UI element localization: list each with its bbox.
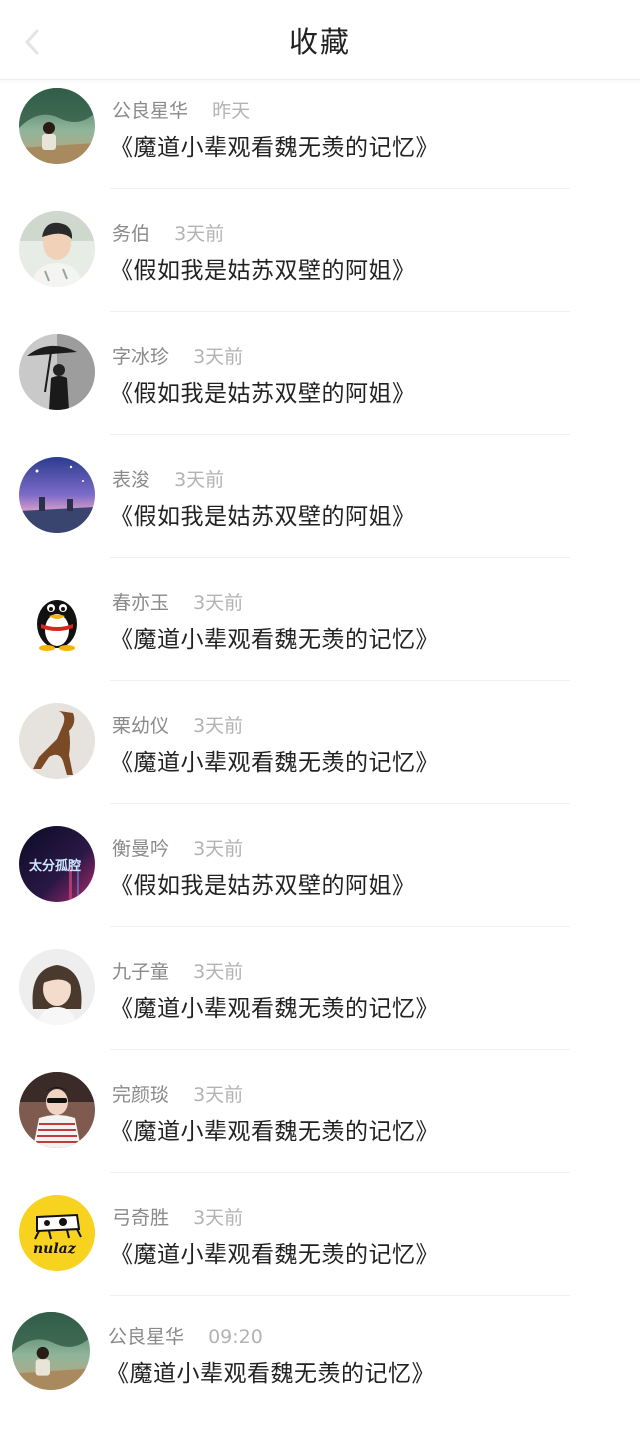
- timestamp: 3天前: [193, 715, 244, 737]
- divider: [110, 1295, 570, 1296]
- divider: [110, 803, 570, 804]
- timestamp: 3天前: [193, 592, 244, 614]
- item-meta: 弓奇胜 3天前: [112, 1203, 243, 1230]
- post-title[interactable]: 《魔道小辈观看魏无羡的记忆》: [110, 128, 439, 162]
- post-title[interactable]: 《魔道小辈观看魏无羡的记忆》: [106, 1354, 435, 1388]
- avatar[interactable]: [19, 703, 95, 779]
- divider: [110, 188, 570, 189]
- divider: [110, 926, 570, 927]
- author-name: 完颜琰: [112, 1084, 170, 1106]
- avatar[interactable]: [19, 88, 95, 164]
- author-name: 衡曼吟: [112, 838, 170, 860]
- favorites-list: 公良星华 昨天 《魔道小辈观看魏无羡的记忆》 务伯 3天前 《假如我是姑苏双壁的…: [0, 80, 640, 1432]
- item-meta: 公良星华 昨天: [112, 96, 250, 123]
- avatar-caption: nulaz: [33, 1241, 77, 1257]
- timestamp: 3天前: [174, 223, 225, 245]
- list-item[interactable]: 完颜琰 3天前 《魔道小辈观看魏无羡的记忆》: [0, 1064, 640, 1187]
- author-name: 务伯: [112, 223, 151, 245]
- item-meta: 栗幼仪 3天前: [112, 711, 243, 738]
- list-item[interactable]: 栗幼仪 3天前 《魔道小辈观看魏无羡的记忆》: [0, 695, 640, 818]
- divider: [110, 311, 570, 312]
- item-meta: 完颜琰 3天前: [112, 1080, 243, 1107]
- divider: [110, 1049, 570, 1050]
- post-title[interactable]: 《魔道小辈观看魏无羡的记忆》: [110, 989, 439, 1023]
- item-meta: 务伯 3天前: [112, 219, 224, 246]
- avatar-caption: 太分孤腔: [28, 858, 81, 874]
- author-name: 字冰珍: [112, 346, 170, 368]
- timestamp: 3天前: [193, 1207, 244, 1229]
- top-bar: 收藏: [0, 0, 640, 80]
- author-name: 栗幼仪: [112, 715, 170, 737]
- divider: [110, 434, 570, 435]
- avatar[interactable]: [19, 457, 95, 533]
- author-name: 表浚: [112, 469, 151, 491]
- post-title[interactable]: 《假如我是姑苏双壁的阿姐》: [110, 374, 416, 408]
- list-item[interactable]: 务伯 3天前 《假如我是姑苏双壁的阿姐》: [0, 203, 640, 326]
- author-name: 公良星华: [108, 1326, 185, 1348]
- post-title[interactable]: 《假如我是姑苏双壁的阿姐》: [110, 251, 416, 285]
- item-meta: 表浚 3天前: [112, 465, 224, 492]
- avatar[interactable]: [12, 1312, 90, 1390]
- timestamp: 3天前: [193, 961, 244, 983]
- item-meta: 字冰珍 3天前: [112, 342, 243, 369]
- list-item[interactable]: 公良星华 09:20 《魔道小辈观看魏无羡的记忆》: [0, 1310, 640, 1432]
- page-title: 收藏: [288, 24, 351, 59]
- timestamp: 3天前: [193, 838, 244, 860]
- timestamp: 3天前: [174, 469, 225, 491]
- post-title[interactable]: 《假如我是姑苏双壁的阿姐》: [110, 497, 416, 531]
- avatar[interactable]: [19, 580, 95, 656]
- author-name: 九子童: [112, 961, 170, 983]
- post-title[interactable]: 《魔道小辈观看魏无羡的记忆》: [110, 620, 439, 654]
- item-meta: 衡曼吟 3天前: [112, 834, 243, 861]
- timestamp: 昨天: [212, 100, 251, 122]
- avatar[interactable]: [19, 949, 95, 1025]
- item-meta: 公良星华 09:20: [108, 1322, 263, 1349]
- author-name: 弓奇胜: [112, 1207, 170, 1229]
- divider: [110, 680, 570, 681]
- list-item[interactable]: 春亦玉 3天前 《魔道小辈观看魏无羡的记忆》: [0, 572, 640, 695]
- avatar[interactable]: [19, 334, 95, 410]
- back-button[interactable]: [18, 28, 46, 56]
- list-item[interactable]: nulaz 弓奇胜 3天前 《魔道小辈观看魏无羡的记忆》: [0, 1187, 640, 1310]
- author-name: 春亦玉: [112, 592, 170, 614]
- chevron-left-icon: [25, 29, 39, 55]
- item-meta: 春亦玉 3天前: [112, 588, 243, 615]
- timestamp: 3天前: [193, 346, 244, 368]
- list-item[interactable]: 表浚 3天前 《假如我是姑苏双壁的阿姐》: [0, 449, 640, 572]
- avatar[interactable]: nulaz: [19, 1195, 95, 1271]
- timestamp: 3天前: [193, 1084, 244, 1106]
- post-title[interactable]: 《魔道小辈观看魏无羡的记忆》: [110, 743, 439, 777]
- list-item[interactable]: 字冰珍 3天前 《假如我是姑苏双壁的阿姐》: [0, 326, 640, 449]
- list-item[interactable]: 太分孤腔 衡曼吟 3天前 《假如我是姑苏双壁的阿姐》: [0, 818, 640, 941]
- post-title[interactable]: 《假如我是姑苏双壁的阿姐》: [110, 866, 416, 900]
- post-title[interactable]: 《魔道小辈观看魏无羡的记忆》: [110, 1235, 439, 1269]
- timestamp: 09:20: [208, 1326, 263, 1348]
- divider: [110, 1172, 570, 1173]
- list-item[interactable]: 九子童 3天前 《魔道小辈观看魏无羡的记忆》: [0, 941, 640, 1064]
- post-title[interactable]: 《魔道小辈观看魏无羡的记忆》: [110, 1112, 439, 1146]
- author-name: 公良星华: [112, 100, 189, 122]
- avatar[interactable]: [19, 1072, 95, 1148]
- divider: [110, 557, 570, 558]
- avatar[interactable]: 太分孤腔: [19, 826, 95, 902]
- avatar[interactable]: [19, 211, 95, 287]
- item-meta: 九子童 3天前: [112, 957, 243, 984]
- list-item[interactable]: 公良星华 昨天 《魔道小辈观看魏无羡的记忆》: [0, 80, 640, 203]
